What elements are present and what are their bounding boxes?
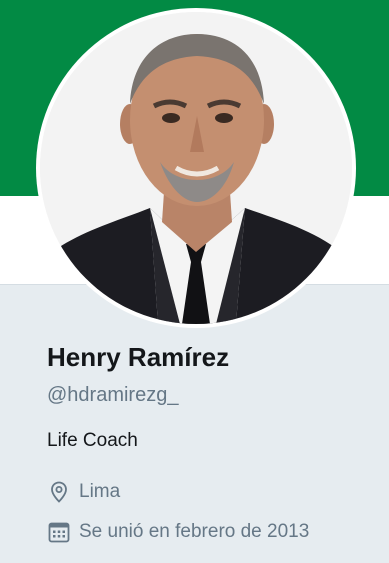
location-text: Lima [79, 481, 121, 502]
profile-bio: Life Coach [47, 430, 138, 451]
profile-name: Henry Ramírez [47, 342, 230, 372]
joined-text: Se unió en febrero de 2013 [79, 521, 310, 542]
avatar-photo [40, 12, 352, 324]
avatar[interactable] [40, 12, 352, 324]
profile-location: Lima [47, 480, 120, 504]
profile-joined-date: Se unió en febrero de 2013 [47, 520, 309, 544]
avatar-frame [36, 8, 356, 328]
calendar-icon [48, 522, 70, 543]
profile-handle[interactable]: @hdramirezg_ [47, 384, 178, 407]
location-pin-icon [51, 481, 67, 503]
profile-page: Henry Ramírez @hdramirezg_ Life Coach Li… [0, 0, 389, 563]
